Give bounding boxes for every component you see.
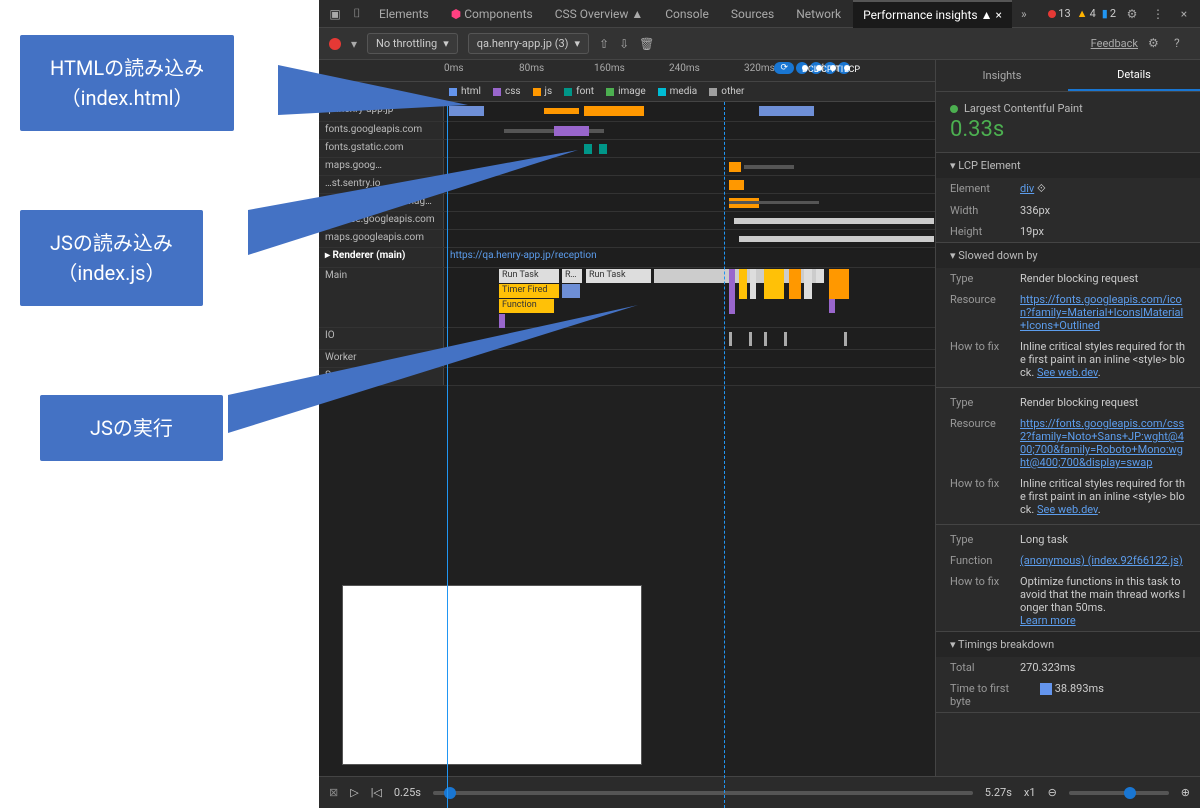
nav-marker[interactable]: ⟳ bbox=[774, 62, 794, 74]
close-icon[interactable]: × bbox=[1174, 4, 1194, 24]
screenshot-toggle-icon[interactable]: ⊠ bbox=[329, 786, 338, 799]
lcp-element-section[interactable]: ▾ LCP Element bbox=[936, 153, 1200, 178]
skip-icon[interactable]: |◁ bbox=[371, 786, 382, 799]
webdev-link[interactable]: See web.dev bbox=[1037, 366, 1098, 379]
devtools-tabbar: ▣ ⌷ Elements ⬢ Components CSS Overview ▲… bbox=[319, 0, 1200, 28]
throttle-select[interactable]: No throttling ▾ bbox=[367, 33, 458, 54]
insights-tab[interactable]: Insights bbox=[936, 60, 1068, 91]
tab-console[interactable]: Console bbox=[655, 1, 719, 27]
more-tabs-icon[interactable]: » bbox=[1014, 4, 1034, 24]
trash-icon[interactable]: 🗑 bbox=[639, 37, 654, 51]
play-icon[interactable]: ▷ bbox=[350, 786, 358, 799]
messages-badge[interactable]: ▮2 bbox=[1102, 7, 1116, 20]
callout-js-run: JSの実行 bbox=[40, 395, 223, 461]
details-tab[interactable]: Details bbox=[1068, 60, 1200, 91]
tab-performance-insights[interactable]: Performance insights ▲ × bbox=[853, 0, 1012, 28]
tab-sources[interactable]: Sources bbox=[721, 1, 784, 27]
help-icon[interactable]: ? bbox=[1174, 36, 1190, 52]
record-button[interactable] bbox=[329, 38, 341, 50]
import-icon[interactable]: ⇩ bbox=[619, 37, 629, 51]
perf-toolbar: ▾ No throttling ▾ qa.henry-app.jp (3) ▾ … bbox=[319, 28, 1200, 60]
zoom-in-icon[interactable]: ⊕ bbox=[1181, 786, 1190, 799]
tab-network[interactable]: Network bbox=[786, 1, 851, 27]
zoom-slider[interactable] bbox=[1069, 791, 1169, 795]
zoom-label: x1 bbox=[1024, 786, 1036, 799]
range-start: 0.25s bbox=[394, 786, 421, 799]
settings-icon[interactable]: ⚙ bbox=[1122, 4, 1142, 24]
tab-css-overview[interactable]: CSS Overview ▲ bbox=[545, 1, 654, 27]
dcl-pill[interactable]: DCL bbox=[796, 62, 808, 74]
panel-settings-icon[interactable]: ⚙ bbox=[1148, 36, 1164, 52]
error-badge[interactable]: 13 bbox=[1048, 7, 1070, 20]
timeline-footer: ⊠ ▷ |◁ 0.25s 5.27s x1 ⊖ ⊕ bbox=[319, 776, 1200, 808]
feedback-link[interactable]: Feedback bbox=[1091, 37, 1138, 50]
target-select[interactable]: qa.henry-app.jp (3) ▾ bbox=[468, 33, 589, 54]
tab-components[interactable]: ⬢ Components bbox=[441, 1, 543, 27]
element-link[interactable]: div bbox=[1020, 182, 1034, 195]
dropdown-icon[interactable]: ▾ bbox=[351, 37, 357, 51]
screenshot-preview bbox=[342, 585, 642, 765]
device-icon[interactable]: ⌷ bbox=[347, 4, 367, 24]
webdev-link[interactable]: See web.dev bbox=[1037, 503, 1098, 516]
callout-html: HTMLの読み込み（index.html） bbox=[20, 35, 234, 131]
playhead-marker[interactable] bbox=[724, 102, 725, 808]
function-link[interactable]: (anonymous) (index.92f66122.js) bbox=[1020, 554, 1183, 567]
resource-link[interactable]: https://fonts.googleapis.com/icon?family… bbox=[1020, 293, 1183, 332]
warning-badge[interactable]: ▲4 bbox=[1077, 7, 1096, 20]
kebab-icon[interactable]: ⋮ bbox=[1148, 4, 1168, 24]
lcp-value: 0.33s bbox=[950, 117, 1186, 142]
slowed-section[interactable]: ▾ Slowed down by bbox=[936, 243, 1200, 268]
range-end: 5.27s bbox=[985, 786, 1012, 799]
time-slider[interactable] bbox=[433, 791, 973, 795]
export-icon[interactable]: ⇧ bbox=[599, 37, 609, 51]
callout-js-load: JSの読み込み（index.js） bbox=[20, 210, 203, 306]
side-panel: Insights Details Largest Contentful Pain… bbox=[935, 60, 1200, 808]
lcp-metric: Largest Contentful Paint 0.33s bbox=[936, 92, 1200, 153]
resource-link[interactable]: https://fonts.googleapis.com/css2?family… bbox=[1020, 417, 1184, 469]
tab-elements[interactable]: Elements bbox=[369, 1, 439, 27]
inspect-icon[interactable]: ▣ bbox=[325, 4, 345, 24]
zoom-out-icon[interactable]: ⊖ bbox=[1048, 786, 1057, 799]
timings-section[interactable]: ▾ Timings breakdown bbox=[936, 632, 1200, 657]
learn-more-link[interactable]: Learn more bbox=[1020, 614, 1076, 627]
